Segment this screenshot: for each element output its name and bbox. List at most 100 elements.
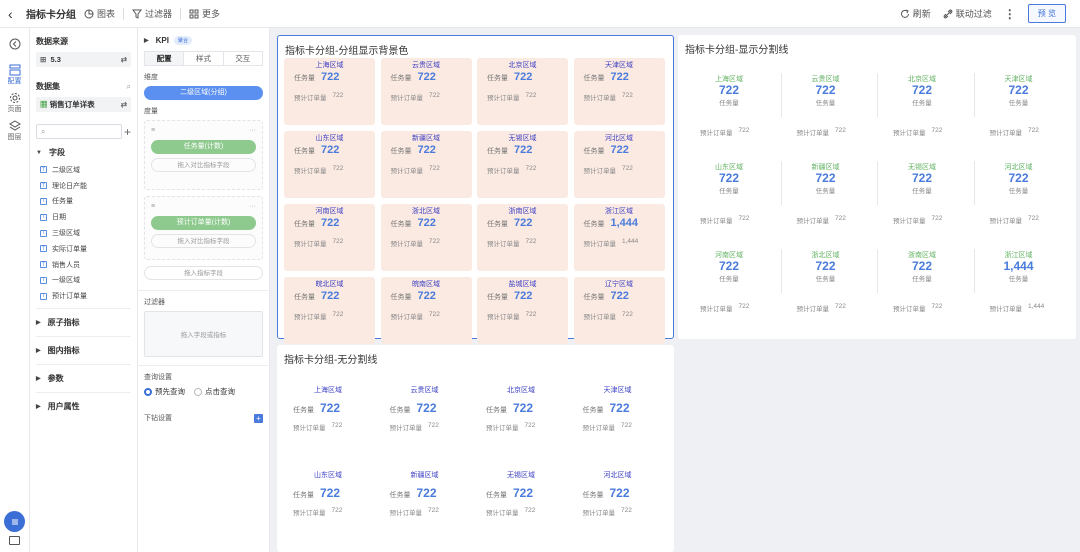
region-kpi[interactable]: 北京区域 722 任务量	[877, 74, 967, 107]
more-icon[interactable]: ···	[249, 203, 256, 210]
region-cell[interactable]: 河北区域 任务量 722 预计订单量 722	[573, 131, 665, 198]
region-cell[interactable]: 天津区域 任务量 722 预计订单量 722	[573, 58, 665, 125]
sub-value: 722	[835, 127, 846, 134]
text-field-icon: T	[40, 276, 47, 284]
region-kpi[interactable]: 山东区域 722 任务量	[684, 162, 774, 195]
tab-style[interactable]: 样式	[184, 52, 224, 65]
region-kpi[interactable]: 浙江区域 1,444 任务量	[974, 250, 1064, 283]
sub-metric: 预计订单量 722	[990, 127, 1039, 137]
dimension-pill[interactable]: 二级区域(分组)	[144, 86, 263, 100]
sub-metric: 预计订单量 722	[797, 215, 846, 225]
more-button[interactable]: 更多	[189, 7, 220, 20]
region-kpi[interactable]: 无锡区域 722 任务量	[877, 162, 967, 195]
field-item[interactable]: T 实际订单量	[36, 241, 131, 257]
kpi-card-no-divider[interactable]: 指标卡分组-无分割线 上海区域 任务量 722 预计订单量 722 云贵区域 任务量 722 预…	[277, 345, 674, 552]
compare-dropzone-2[interactable]: 拖入对比指标字段	[151, 234, 256, 248]
main-value: 722	[417, 217, 436, 229]
field-item[interactable]: T 日期	[36, 209, 131, 225]
collapse-button[interactable]	[0, 38, 29, 50]
field-search-input[interactable]: ⌕	[36, 124, 122, 139]
kpi-card-background[interactable]: 指标卡分组-分组显示背景色 上海区域 任务量 722 预计订单量 722 云贵区域 任务量 7…	[277, 35, 674, 344]
group-header[interactable]: ▶ 用户属性	[36, 392, 131, 420]
region-cell[interactable]: 新疆区域 任务量 722 预计订单量 722	[380, 131, 472, 198]
sub-value: 722	[524, 507, 536, 514]
link-filter-button[interactable]: 联动过滤	[943, 7, 992, 20]
group-header[interactable]: ▶ 参数	[36, 364, 131, 392]
region-cell[interactable]: 辽宁区域 任务量 722 预计订单量 722	[573, 277, 665, 344]
kpi-card-divider[interactable]: 指标卡分组-显示分割线 上海区域 722 任务量 预计订单量 722 云贵区域 722 任务量…	[678, 35, 1076, 339]
region-cell[interactable]: 河南区域 任务量 722 预计订单量 722	[284, 204, 375, 271]
region-cell[interactable]: 浙南区域 任务量 722 预计订单量 722	[477, 204, 568, 271]
region-kpi[interactable]: 河北区域 722 任务量	[974, 162, 1064, 195]
main-label: 任务量	[294, 294, 315, 301]
field-label: 二级区域	[52, 166, 80, 174]
main-label: 任务量	[1008, 188, 1029, 195]
preview-button[interactable]: 预 览	[1027, 4, 1066, 23]
rail-config[interactable]: 配置	[0, 64, 29, 86]
field-item[interactable]: T 理论日产能	[36, 178, 131, 194]
refresh-button[interactable]: 刷新	[900, 7, 931, 20]
region-cell[interactable]: 云贵区域 任务量 722 预计订单量 722	[380, 58, 472, 125]
main-value: 722	[416, 486, 437, 500]
region-kpi[interactable]: 浙南区域 722 任务量	[877, 250, 967, 283]
drag-handle-icon[interactable]: ≡	[151, 203, 155, 210]
main-value: 722	[321, 71, 340, 83]
rail-layer[interactable]: 图层	[0, 120, 29, 142]
region-kpi[interactable]: 河南区域 722 任务量	[684, 250, 774, 283]
measure-pill-2[interactable]: 预计订单量(计数)	[151, 216, 256, 230]
tab-interaction[interactable]: 交互	[224, 52, 262, 65]
region-kpi[interactable]: 天津区域 722 任务量	[974, 74, 1064, 107]
region-cell[interactable]: 上海区域 任务量 722 预计订单量 722	[284, 58, 375, 125]
add-field-icon[interactable]: +	[124, 125, 131, 139]
tab-config[interactable]: 配置	[145, 52, 185, 65]
rail-page[interactable]: 页面	[0, 92, 29, 114]
more-icon[interactable]: ···	[249, 127, 256, 134]
region-cell[interactable]: 浙江区域 任务量 1,444 预计订单量 1,444	[573, 204, 665, 271]
region-cell[interactable]: 山东区域 任务量 722 预计订单量 722	[284, 131, 375, 198]
query-radio-1[interactable]	[144, 387, 152, 396]
field-item[interactable]: T 预计订单量	[36, 288, 131, 304]
region-cell[interactable]: 浙北区域 任务量 722 预计订单量 722	[380, 204, 472, 271]
drag-handle-icon[interactable]: ≡	[151, 127, 155, 134]
filter-icon	[132, 9, 143, 19]
region-kpi[interactable]: 新疆区域 722 任务量	[781, 162, 871, 195]
text-field-icon: T	[40, 292, 47, 300]
chart-button[interactable]: 图表	[84, 7, 115, 20]
config-panel: ▶ KPI 聚合 配置 样式 交互 维度 二级区域(分组) 度量 ≡ ··· 任务量(…	[138, 28, 270, 552]
region-kpi[interactable]: 云贵区域 722 任务量	[781, 74, 871, 107]
region-kpi[interactable]: 上海区域 722 任务量	[684, 74, 774, 107]
main-value: 1,444	[1003, 259, 1034, 273]
region-cell[interactable]: 皖北区域 任务量 722 预计订单量 722	[284, 277, 375, 344]
region-cell[interactable]: 盐城区域 任务量 722 预计订单量 722	[477, 277, 568, 344]
region-kpi[interactable]: 浙北区域 722 任务量	[781, 250, 871, 283]
datasource-select[interactable]: ⊞ 5.3 ⇄	[36, 52, 131, 67]
filter-dropzone[interactable]: 拖入字段或指标	[144, 311, 263, 357]
query-radio-2[interactable]	[194, 387, 202, 396]
field-item[interactable]: T 二级区域	[36, 162, 131, 178]
add-drill-button[interactable]: +	[254, 413, 263, 423]
add-metric-dropzone[interactable]: 拖入指标字段	[144, 266, 263, 280]
main-metric: 任务量 722	[487, 144, 532, 156]
assistant-button[interactable]	[4, 511, 25, 532]
fields-group-header[interactable]: ▼ 字段	[36, 147, 131, 158]
filter-button[interactable]: 过滤器	[132, 7, 172, 20]
group-header[interactable]: ▶ 原子指标	[36, 308, 131, 336]
panel-toggle-icon[interactable]	[9, 536, 20, 545]
field-item[interactable]: T 任务量	[36, 194, 131, 210]
compare-dropzone-1[interactable]: 拖入对比指标字段	[151, 158, 256, 172]
back-icon[interactable]: ‹	[8, 6, 26, 22]
search-icon[interactable]: ⌕	[127, 82, 131, 92]
region-cell[interactable]: 皖南区域 任务量 722 预计订单量 722	[380, 277, 472, 344]
layers-icon	[8, 120, 21, 131]
region-cell[interactable]: 北京区域 任务量 722 预计订单量 722	[477, 58, 568, 125]
chart-type-header[interactable]: ▶ KPI 聚合	[144, 36, 263, 45]
dataset-select[interactable]: ▦ 销售订单详表 ⇄	[36, 97, 131, 112]
field-item[interactable]: T 三级区域	[36, 225, 131, 241]
measure-pill-1[interactable]: 任务量(计数)	[151, 140, 256, 154]
group-header[interactable]: ▶ 图内指标	[36, 336, 131, 364]
kebab-menu-icon[interactable]: ⋮	[1004, 7, 1016, 21]
region-cell[interactable]: 无锡区域 任务量 722 预计订单量 722	[477, 131, 568, 198]
field-item[interactable]: T 销售人员	[36, 257, 131, 273]
field-item[interactable]: T 一级区域	[36, 273, 131, 289]
sub-metric: 预计订单量 722	[391, 238, 440, 248]
